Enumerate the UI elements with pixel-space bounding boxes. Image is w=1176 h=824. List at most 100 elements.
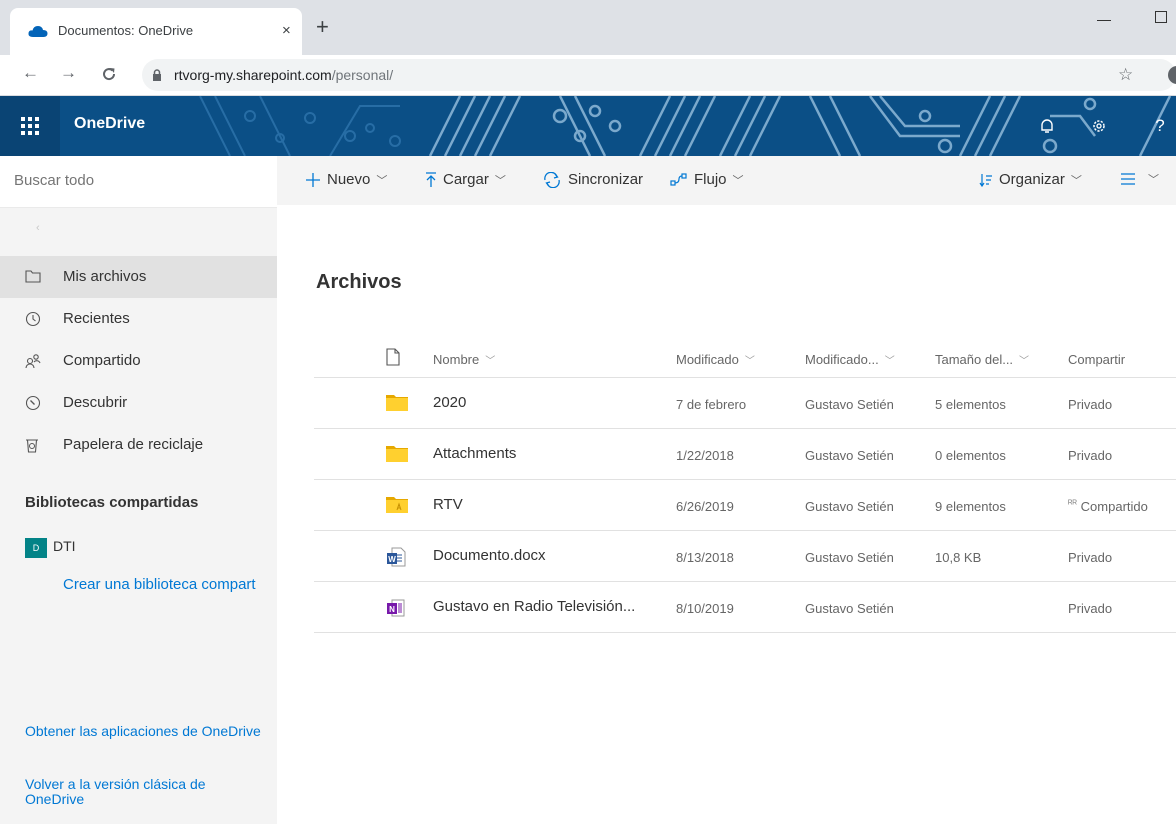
app-name[interactable]: OneDrive	[74, 115, 145, 133]
classic-view-link[interactable]: Volver a la versión clásica de OneDrive	[25, 777, 265, 807]
list-view-icon	[1120, 173, 1136, 185]
nav-item-label: Papelera de reciclaje	[63, 436, 204, 453]
file-modified: 7 de febrero	[676, 397, 747, 412]
create-library-link[interactable]: Crear una biblioteca compart	[63, 576, 256, 593]
browser-tab[interactable]: Documentos: OneDrive ×	[10, 8, 302, 55]
file-sharing[interactable]: ᴿᴿ Compartido	[1068, 499, 1148, 514]
chevron-down-icon: ﹀	[732, 174, 744, 187]
url-text: rtvorg-my.sharepoint.com/personal/	[174, 67, 394, 83]
reload-icon[interactable]	[101, 66, 117, 82]
sort-icon	[979, 173, 993, 187]
sync-button[interactable]: Sincronizar	[542, 171, 643, 188]
folder-icon	[386, 445, 408, 462]
profile-avatar-icon[interactable]	[1168, 66, 1176, 84]
settings-gear-icon[interactable]	[1075, 96, 1123, 156]
address-bar[interactable]: rtvorg-my.sharepoint.com/personal/ ☆	[142, 59, 1176, 91]
file-size: 9 elementos	[935, 499, 1006, 514]
nav-item-my-files[interactable]: Mis archivos	[0, 256, 277, 298]
page-title: Archivos	[316, 271, 402, 293]
tab-title: Documentos: OneDrive	[58, 23, 194, 38]
column-header-size[interactable]: Tamaño del... ﹀	[935, 352, 1029, 367]
sort-button[interactable]: Organizar ﹀	[979, 171, 1082, 188]
file-name[interactable]: Gustavo en Radio Televisión...	[433, 598, 663, 615]
collapse-nav-icon[interactable]: ‹	[36, 222, 40, 234]
shared-libraries-heading: Bibliotecas compartidas	[25, 494, 199, 511]
file-sharing[interactable]: Privado	[1068, 448, 1112, 463]
file-name[interactable]: Documento.docx	[433, 547, 663, 564]
column-header-modified-by[interactable]: Modificado... ﹀	[805, 352, 895, 367]
minimize-window-icon[interactable]	[1097, 20, 1111, 21]
circuit-theme-pattern	[0, 96, 1172, 156]
file-sharing[interactable]: Privado	[1068, 601, 1112, 616]
chevron-down-icon: ﹀	[494, 174, 506, 187]
nav-item-label: Mis archivos	[63, 268, 147, 285]
clock-icon	[25, 311, 41, 327]
file-row[interactable]: N Gustavo en Radio Televisión... 8/10/20…	[314, 582, 1176, 633]
command-bar: Nuevo ﹀ Cargar ﹀ Sincronizar Flujo ﹀ Org…	[277, 156, 1176, 205]
nav-item-recent[interactable]: Recientes	[0, 298, 277, 340]
file-row[interactable]: RTV 6/26/2019 Gustavo Setién 9 elementos…	[314, 480, 1176, 531]
chevron-down-icon: ﹀	[1148, 174, 1159, 186]
column-header-modified[interactable]: Modificado ﹀	[676, 352, 755, 367]
column-header-sharing[interactable]: Compartir	[1068, 352, 1125, 367]
sort-label: Organizar	[999, 171, 1065, 188]
maximize-window-icon[interactable]	[1155, 11, 1167, 23]
help-icon[interactable]: ?	[1136, 96, 1176, 156]
sync-icon	[542, 171, 562, 188]
folder-icon	[25, 270, 41, 283]
new-label: Nuevo	[327, 171, 371, 188]
upload-arrow-icon	[425, 171, 437, 188]
people-icon: ᴿᴿ	[1068, 499, 1078, 510]
file-modified: 8/13/2018	[676, 550, 734, 565]
svg-text:N: N	[389, 605, 395, 614]
notifications-bell-icon[interactable]	[1023, 96, 1071, 156]
nav-item-discover[interactable]: Descubrir	[0, 382, 277, 424]
view-options-button[interactable]: ﹀	[1120, 171, 1159, 187]
nav-item-recycle-bin[interactable]: Papelera de reciclaje	[0, 424, 277, 466]
flow-button[interactable]: Flujo ﹀	[670, 171, 744, 188]
upload-label: Cargar	[443, 171, 489, 188]
svg-text:W: W	[388, 555, 396, 564]
file-modified-by: Gustavo Setién	[805, 448, 894, 463]
file-size: 10,8 KB	[935, 550, 982, 565]
file-sharing[interactable]: Privado	[1068, 550, 1112, 565]
search-input[interactable]	[14, 172, 264, 189]
suite-header: OneDrive ?	[0, 96, 1176, 156]
chevron-down-icon: ﹀	[884, 356, 895, 367]
file-name[interactable]: RTV	[433, 496, 663, 513]
file-sharing[interactable]: Privado	[1068, 397, 1112, 412]
tab-close-icon[interactable]: ×	[282, 22, 291, 39]
column-header-name[interactable]: Nombre ﹀	[433, 352, 663, 367]
lock-icon	[153, 69, 161, 81]
chevron-down-icon: ﹀	[376, 174, 388, 187]
file-row[interactable]: W Documento.docx 8/13/2018 Gustavo Setié…	[314, 531, 1176, 582]
search-box[interactable]	[0, 156, 277, 208]
upload-button[interactable]: Cargar ﹀	[425, 171, 506, 188]
file-row[interactable]: 2020 7 de febrero Gustavo Setién 5 eleme…	[314, 378, 1176, 429]
bookmark-star-icon[interactable]: ☆	[1118, 65, 1133, 85]
chevron-down-icon: ﹀	[1019, 356, 1030, 367]
file-list: Nombre ﹀ Modificado ﹀ Modificado... ﹀ Tamañ…	[314, 338, 1176, 633]
forward-arrow-icon[interactable]: →	[60, 64, 77, 81]
flow-label: Flujo	[694, 171, 727, 188]
back-arrow-icon[interactable]: ←	[22, 64, 39, 81]
nav-item-shared[interactable]: Compartido	[0, 340, 277, 382]
plus-icon	[305, 172, 321, 188]
onedrive-cloud-icon	[28, 26, 48, 37]
new-tab-button[interactable]: +	[316, 16, 329, 38]
get-apps-link[interactable]: Obtener las aplicaciones de OneDrive	[25, 724, 265, 739]
word-document-icon: W	[386, 547, 406, 567]
people-icon	[25, 354, 41, 369]
file-list-header: Nombre ﹀ Modificado ﹀ Modificado... ﹀ Tamañ…	[314, 338, 1176, 378]
app-launcher-icon[interactable]	[0, 96, 60, 156]
file-row[interactable]: Attachments 1/22/2018 Gustavo Setién 0 e…	[314, 429, 1176, 480]
flow-icon	[670, 172, 688, 187]
nav-item-label: Compartido	[63, 352, 141, 369]
file-type-header-icon[interactable]	[386, 348, 400, 366]
recycle-bin-icon	[26, 439, 38, 453]
new-button[interactable]: Nuevo ﹀	[305, 171, 387, 188]
file-name[interactable]: 2020	[433, 394, 663, 411]
browser-toolbar: ← → rtvorg-my.sharepoint.com/personal/ ☆	[0, 55, 1176, 96]
shared-folder-icon	[386, 496, 408, 513]
file-name[interactable]: Attachments	[433, 445, 663, 462]
